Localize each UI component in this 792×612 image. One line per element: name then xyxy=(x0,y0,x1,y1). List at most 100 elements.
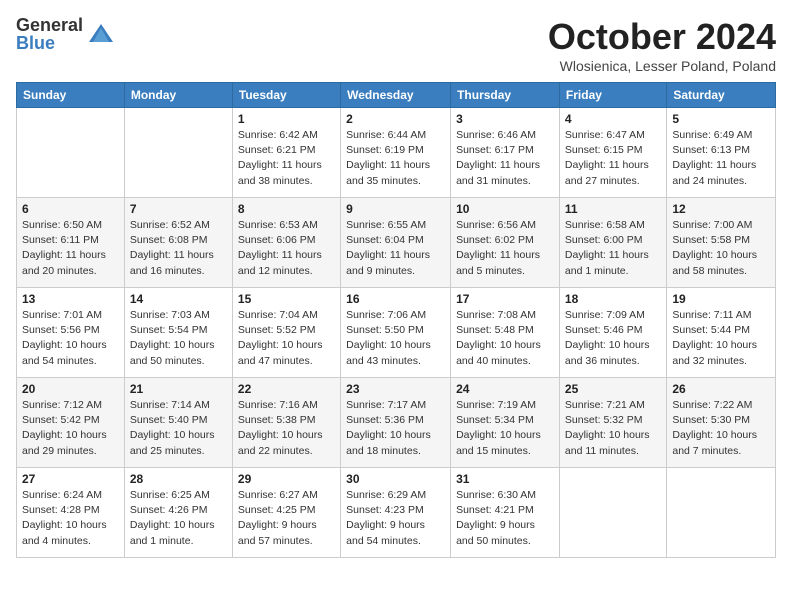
calendar-header-sunday: Sunday xyxy=(17,83,125,108)
calendar-cell: 19Sunrise: 7:11 AM Sunset: 5:44 PM Dayli… xyxy=(667,288,776,378)
calendar-cell xyxy=(667,468,776,558)
day-info: Sunrise: 6:56 AM Sunset: 6:02 PM Dayligh… xyxy=(456,218,554,279)
day-number: 1 xyxy=(238,112,335,126)
calendar-cell: 25 Sunrise: 7:21 AM Sunset: 5:32 PM Dayli… xyxy=(559,378,666,468)
calendar-cell: 15Sunrise: 7:04 AM Sunset: 5:52 PM Dayli… xyxy=(232,288,340,378)
calendar-header-tuesday: Tuesday xyxy=(232,83,340,108)
day-number: 12 xyxy=(672,202,770,216)
calendar-cell: 8Sunrise: 6:53 AM Sunset: 6:06 PM Daylig… xyxy=(232,198,340,288)
calendar-cell: 18Sunrise: 7:09 AM Sunset: 5:46 PM Dayli… xyxy=(559,288,666,378)
day-number: 13 xyxy=(22,292,119,306)
day-info: Sunrise: 6:25 AM Sunset: 4:26 PM Dayligh… xyxy=(130,488,227,549)
location-subtitle: Wlosienica, Lesser Poland, Poland xyxy=(548,58,776,74)
calendar-table: SundayMondayTuesdayWednesdayThursdayFrid… xyxy=(16,82,776,558)
day-info: Sunrise: 7:01 AM Sunset: 5:56 PM Dayligh… xyxy=(22,308,119,369)
calendar-cell: 26 Sunrise: 7:22 AM Sunset: 5:30 PM Dayli… xyxy=(667,378,776,468)
day-info: Sunrise: 7:08 AM Sunset: 5:48 PM Dayligh… xyxy=(456,308,554,369)
calendar-cell: 2 Sunrise: 6:44 AM Sunset: 6:19 PM Daylig… xyxy=(341,108,451,198)
calendar-cell: 29Sunrise: 6:27 AM Sunset: 4:25 PM Dayli… xyxy=(232,468,340,558)
day-number: 24 xyxy=(456,382,554,396)
day-number: 7 xyxy=(130,202,227,216)
day-info: Sunrise: 7:09 AM Sunset: 5:46 PM Dayligh… xyxy=(565,308,661,369)
day-info: Sunrise: 7:03 AM Sunset: 5:54 PM Dayligh… xyxy=(130,308,227,369)
calendar-cell: 10Sunrise: 6:56 AM Sunset: 6:02 PM Dayli… xyxy=(451,198,560,288)
day-info: Sunrise: 6:47 AM Sunset: 6:15 PM Dayligh… xyxy=(565,128,661,189)
calendar-cell: 28 Sunrise: 6:25 AM Sunset: 4:26 PM Dayli… xyxy=(124,468,232,558)
calendar-header-saturday: Saturday xyxy=(667,83,776,108)
calendar-header-thursday: Thursday xyxy=(451,83,560,108)
calendar-cell: 1Sunrise: 6:42 AM Sunset: 6:21 PM Daylig… xyxy=(232,108,340,198)
day-number: 26 xyxy=(672,382,770,396)
day-info: Sunrise: 7:16 AM Sunset: 5:38 PM Dayligh… xyxy=(238,398,335,459)
logo-blue: Blue xyxy=(16,34,83,52)
calendar-header-wednesday: Wednesday xyxy=(341,83,451,108)
day-number: 25 xyxy=(565,382,661,396)
calendar-cell: 4 Sunrise: 6:47 AM Sunset: 6:15 PM Daylig… xyxy=(559,108,666,198)
calendar-cell: 21 Sunrise: 7:14 AM Sunset: 5:40 PM Dayli… xyxy=(124,378,232,468)
day-number: 3 xyxy=(456,112,554,126)
calendar-cell: 16Sunrise: 7:06 AM Sunset: 5:50 PM Dayli… xyxy=(341,288,451,378)
day-info: Sunrise: 6:55 AM Sunset: 6:04 PM Dayligh… xyxy=(346,218,445,279)
day-info: Sunrise: 6:52 AM Sunset: 6:08 PM Dayligh… xyxy=(130,218,227,279)
day-number: 23 xyxy=(346,382,445,396)
day-number: 31 xyxy=(456,472,554,486)
day-number: 22 xyxy=(238,382,335,396)
calendar-header-row: SundayMondayTuesdayWednesdayThursdayFrid… xyxy=(17,83,776,108)
day-info: Sunrise: 7:06 AM Sunset: 5:50 PM Dayligh… xyxy=(346,308,445,369)
calendar-week-row: 13 Sunrise: 7:01 AM Sunset: 5:56 PM Dayli… xyxy=(17,288,776,378)
calendar-cell: 13 Sunrise: 7:01 AM Sunset: 5:56 PM Dayli… xyxy=(17,288,125,378)
logo-text: General Blue xyxy=(16,16,83,52)
calendar-cell: 5 Sunrise: 6:49 AM Sunset: 6:13 PM Daylig… xyxy=(667,108,776,198)
day-number: 20 xyxy=(22,382,119,396)
calendar-cell xyxy=(559,468,666,558)
day-info: Sunrise: 7:22 AM Sunset: 5:30 PM Dayligh… xyxy=(672,398,770,459)
calendar-cell: 20 Sunrise: 7:12 AM Sunset: 5:42 PM Dayli… xyxy=(17,378,125,468)
day-number: 5 xyxy=(672,112,770,126)
day-info: Sunrise: 6:44 AM Sunset: 6:19 PM Dayligh… xyxy=(346,128,445,189)
day-info: Sunrise: 7:21 AM Sunset: 5:32 PM Dayligh… xyxy=(565,398,661,459)
calendar-cell: 31 Sunrise: 6:30 AM Sunset: 4:21 PM Dayli… xyxy=(451,468,560,558)
day-info: Sunrise: 6:29 AM Sunset: 4:23 PM Dayligh… xyxy=(346,488,445,549)
calendar-cell: 3 Sunrise: 6:46 AM Sunset: 6:17 PM Daylig… xyxy=(451,108,560,198)
month-title: October 2024 xyxy=(548,16,776,58)
day-info: Sunrise: 7:14 AM Sunset: 5:40 PM Dayligh… xyxy=(130,398,227,459)
logo: General Blue xyxy=(16,16,115,52)
day-number: 14 xyxy=(130,292,227,306)
day-number: 9 xyxy=(346,202,445,216)
day-info: Sunrise: 6:46 AM Sunset: 6:17 PM Dayligh… xyxy=(456,128,554,189)
day-number: 15 xyxy=(238,292,335,306)
calendar-cell xyxy=(17,108,125,198)
day-info: Sunrise: 6:30 AM Sunset: 4:21 PM Dayligh… xyxy=(456,488,554,549)
day-number: 6 xyxy=(22,202,119,216)
day-info: Sunrise: 6:50 AM Sunset: 6:11 PM Dayligh… xyxy=(22,218,119,279)
calendar-cell: 24Sunrise: 7:19 AM Sunset: 5:34 PM Dayli… xyxy=(451,378,560,468)
calendar-header-monday: Monday xyxy=(124,83,232,108)
calendar-cell: 27 Sunrise: 6:24 AM Sunset: 4:28 PM Dayli… xyxy=(17,468,125,558)
page-header: General Blue October 2024 Wlosienica, Le… xyxy=(16,16,776,74)
day-number: 30 xyxy=(346,472,445,486)
calendar-cell: 7 Sunrise: 6:52 AM Sunset: 6:08 PM Daylig… xyxy=(124,198,232,288)
day-info: Sunrise: 6:27 AM Sunset: 4:25 PM Dayligh… xyxy=(238,488,335,549)
day-number: 27 xyxy=(22,472,119,486)
day-info: Sunrise: 7:00 AM Sunset: 5:58 PM Dayligh… xyxy=(672,218,770,279)
day-number: 28 xyxy=(130,472,227,486)
calendar-cell: 17 Sunrise: 7:08 AM Sunset: 5:48 PM Dayli… xyxy=(451,288,560,378)
calendar-week-row: 27 Sunrise: 6:24 AM Sunset: 4:28 PM Dayli… xyxy=(17,468,776,558)
calendar-header-friday: Friday xyxy=(559,83,666,108)
day-number: 17 xyxy=(456,292,554,306)
day-info: Sunrise: 6:24 AM Sunset: 4:28 PM Dayligh… xyxy=(22,488,119,549)
day-number: 2 xyxy=(346,112,445,126)
calendar-week-row: 6 Sunrise: 6:50 AM Sunset: 6:11 PM Daylig… xyxy=(17,198,776,288)
calendar-cell: 30 Sunrise: 6:29 AM Sunset: 4:23 PM Dayli… xyxy=(341,468,451,558)
day-info: Sunrise: 6:49 AM Sunset: 6:13 PM Dayligh… xyxy=(672,128,770,189)
title-block: October 2024 Wlosienica, Lesser Poland, … xyxy=(548,16,776,74)
day-info: Sunrise: 6:58 AM Sunset: 6:00 PM Dayligh… xyxy=(565,218,661,279)
calendar-cell: 11Sunrise: 6:58 AM Sunset: 6:00 PM Dayli… xyxy=(559,198,666,288)
logo-general: General xyxy=(16,16,83,34)
calendar-cell: 6 Sunrise: 6:50 AM Sunset: 6:11 PM Daylig… xyxy=(17,198,125,288)
day-info: Sunrise: 7:12 AM Sunset: 5:42 PM Dayligh… xyxy=(22,398,119,459)
calendar-cell: 22 Sunrise: 7:16 AM Sunset: 5:38 PM Dayli… xyxy=(232,378,340,468)
day-number: 21 xyxy=(130,382,227,396)
day-number: 4 xyxy=(565,112,661,126)
calendar-week-row: 1Sunrise: 6:42 AM Sunset: 6:21 PM Daylig… xyxy=(17,108,776,198)
